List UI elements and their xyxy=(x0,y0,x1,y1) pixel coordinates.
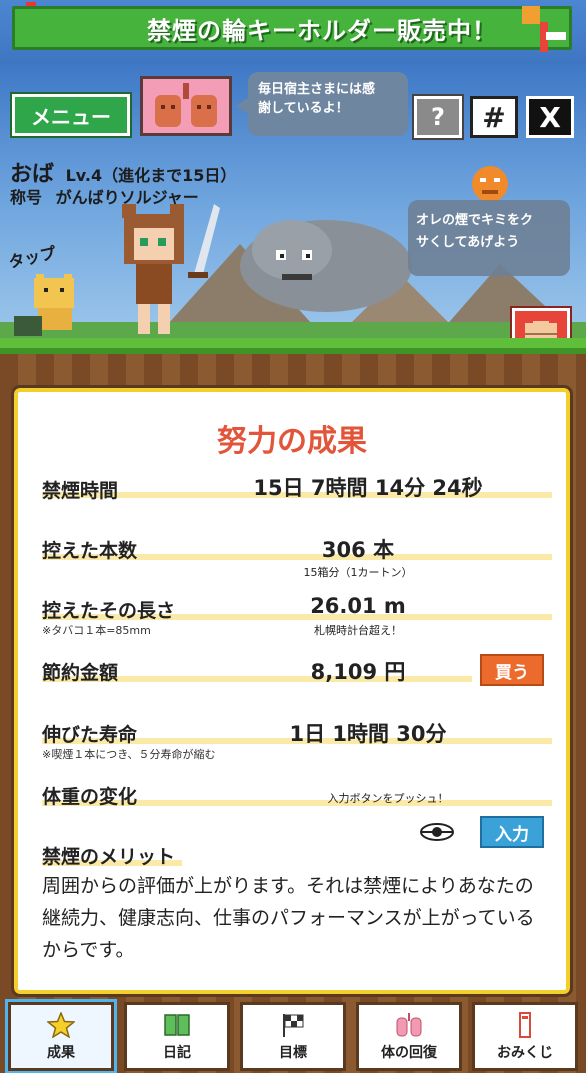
game-scene: メニュー 毎日宿主さまには感 謝しているよ！ ? # X おば Lv.4（進化ま… xyxy=(0,64,586,374)
buy-button-label: 買う xyxy=(495,662,529,683)
x-logo-icon: X xyxy=(539,100,561,134)
help-button[interactable]: ? xyxy=(412,94,464,140)
player-level: Lv.4（進化まで15日） xyxy=(65,166,237,185)
weight-change-hint: 入力ボタンをプッシュ！ xyxy=(327,792,449,805)
cat-companion[interactable] xyxy=(14,274,84,338)
nav-item-body-recovery[interactable]: 体の回復 xyxy=(356,1002,462,1071)
lungs-speech-line-2: 謝しているよ！ xyxy=(258,101,349,116)
player-title-prefix: 称号 xyxy=(10,188,43,207)
results-panel: 努力の成果 禁煙時間 15日 7時間 14分 24秒 控えた本数 306 本 1… xyxy=(11,385,573,997)
star-icon xyxy=(47,1011,75,1038)
enemy-speech-line-1: オレの煙でキミをク xyxy=(416,213,534,228)
bottom-nav: 成果 日記 目標 体の回復 おみくじ xyxy=(0,999,586,1073)
weight-input-button[interactable]: 入力 xyxy=(480,816,544,848)
savings-label: 節約金額 xyxy=(42,662,119,684)
nav-item-goals[interactable]: 目標 xyxy=(240,1002,346,1071)
avoided-count-label: 控えた本数 xyxy=(42,540,138,562)
avoided-length-value: 26.01 m xyxy=(310,594,406,618)
top-banner: 禁煙の輪キーホルダー販売中！ xyxy=(0,0,586,64)
savings-value: 8,109 円 xyxy=(310,660,406,684)
banner-text: 禁煙の輪キーホルダー販売中！ xyxy=(147,16,497,45)
weight-change-label: 体重の変化 xyxy=(42,786,138,808)
avoided-length-note: ※タバコ１本=85mm xyxy=(42,624,151,637)
menu-button[interactable]: メニュー xyxy=(10,92,132,138)
results-title: 努力の成果 xyxy=(217,424,367,459)
avoided-count-value: 306 本 xyxy=(321,538,395,562)
nav-item-label: 体の回復 xyxy=(381,1044,437,1061)
extended-life-value: 1日 1時間 30分 xyxy=(289,722,447,746)
avoided-length-label: 控えたその長さ xyxy=(42,600,176,622)
buy-button[interactable]: 買う xyxy=(480,654,544,686)
banner-mascot-image xyxy=(522,6,566,52)
smoke-free-time-value: 15日 7時間 14分 24秒 xyxy=(253,476,483,500)
avoided-length-sub: 札幌時計台超え！ xyxy=(314,624,402,637)
lungs-speech-bubble: 毎日宿主さまには感 謝しているよ！ xyxy=(236,72,408,136)
nav-item-label: 成果 xyxy=(47,1044,75,1061)
extended-life-note: ※喫煙１本につき、５分寿命が縮む xyxy=(42,748,216,761)
enemy-speech-bubble: オレの煙でキミをク サくしてあげよう xyxy=(408,200,570,276)
omikuji-icon xyxy=(519,1011,531,1038)
smoke-monster-enemy[interactable] xyxy=(236,210,416,320)
nav-item-omikuji[interactable]: おみくじ xyxy=(472,1002,578,1071)
avoided-count-sub: 15箱分（1カートン） xyxy=(303,566,413,579)
ground-strip xyxy=(0,338,586,390)
merit-text: 周囲からの評価が上がります。それは禁煙によりあなたの継続力、健康志向、仕事のパフ… xyxy=(42,875,535,961)
merit-label: 禁煙のメリット xyxy=(42,846,176,868)
book-icon xyxy=(164,1013,190,1036)
nav-item-label: 日記 xyxy=(163,1044,191,1061)
nav-item-results[interactable]: 成果 xyxy=(5,999,117,1073)
nav-item-label: おみくじ xyxy=(497,1044,553,1061)
sun-character xyxy=(472,166,508,202)
extended-life-label: 伸びた寿命 xyxy=(42,724,138,746)
lungs-icon xyxy=(155,83,217,127)
banner-button[interactable]: 禁煙の輪キーホルダー販売中！ xyxy=(12,6,572,50)
weight-input-button-label: 入力 xyxy=(495,824,529,845)
menu-button-label: メニュー xyxy=(31,104,111,129)
player-character[interactable] xyxy=(104,204,224,344)
nav-item-label: 目標 xyxy=(279,1044,307,1061)
results-section: 努力の成果 禁煙時間 15日 7時間 14分 24秒 控えた本数 306 本 1… xyxy=(0,385,586,1000)
x-share-button[interactable]: X xyxy=(526,96,574,138)
smoke-free-time-label: 禁煙時間 xyxy=(42,480,119,502)
flag-icon xyxy=(283,1013,304,1037)
hashtag-icon: # xyxy=(482,100,506,134)
enemy-speech-line-2: サくしてあげよう xyxy=(416,235,520,250)
help-icon: ? xyxy=(431,103,445,131)
lungs-button[interactable] xyxy=(140,76,232,136)
hashtag-share-button[interactable]: # xyxy=(470,96,518,138)
lungs-speech-line-1: 毎日宿主さまには感 xyxy=(258,82,376,97)
visibility-eye-icon[interactable] xyxy=(420,822,454,842)
lungs-icon xyxy=(396,1012,422,1036)
nav-item-diary[interactable]: 日記 xyxy=(124,1002,230,1071)
